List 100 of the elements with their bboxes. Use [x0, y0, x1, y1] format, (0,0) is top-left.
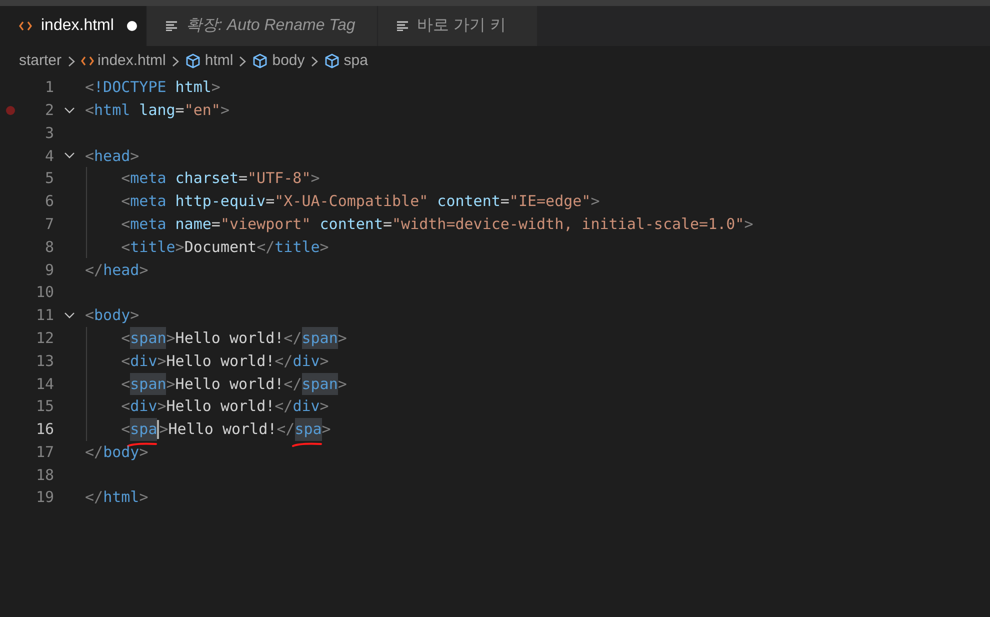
highlighted-tag-name: span: [302, 326, 338, 350]
highlighted-tag-name: span: [130, 372, 166, 395]
chevron-down-icon[interactable]: [64, 152, 75, 160]
tag-name: html: [94, 100, 130, 121]
equals-sign: =: [382, 214, 392, 235]
tag-bracket: >: [322, 419, 331, 440]
line-number: 19: [34, 487, 54, 508]
tag-name: div: [130, 396, 158, 418]
tag-bracket: </: [274, 350, 293, 372]
code-brackets-icon: [80, 56, 94, 66]
breadcrumb-item[interactable]: spa: [344, 50, 368, 72]
tag-bracket: </: [274, 396, 293, 418]
tag-bracket: >: [159, 419, 168, 440]
tag-name: div: [130, 350, 158, 372]
tab-label: 바로 가기 키: [417, 16, 506, 36]
tag-bracket: <: [121, 236, 130, 258]
line-number: 1: [44, 77, 54, 98]
tag-bracket: <: [85, 146, 94, 167]
tag-bracket: >: [130, 146, 140, 167]
tag-name: title: [130, 236, 176, 258]
tag-bracket: <: [85, 305, 94, 326]
tag-bracket: >: [310, 168, 320, 190]
attribute-value: "UTF-8": [248, 168, 311, 190]
equals-sign: =: [500, 191, 510, 212]
text-content: Hello world!: [175, 374, 284, 394]
cube-icon: [252, 53, 268, 69]
line-number: 8: [44, 236, 54, 258]
cube-icon: [184, 53, 201, 69]
line-number: 5: [44, 168, 54, 190]
line-number: 9: [44, 260, 54, 281]
tag-bracket: >: [211, 77, 220, 98]
equals-sign: =: [175, 100, 184, 121]
attribute-name: html: [175, 77, 212, 98]
tag-bracket: >: [175, 236, 184, 258]
line-number: 3: [44, 122, 54, 144]
tag-bracket: >: [166, 374, 176, 394]
tag-bracket: >: [744, 214, 754, 235]
tag-bracket: >: [166, 328, 176, 349]
chevron-down-icon[interactable]: [64, 312, 75, 319]
breadcrumb-item[interactable]: starter: [19, 50, 62, 72]
attribute-value: "en": [184, 100, 220, 121]
line-number: 17: [34, 442, 54, 463]
attribute-value: "viewport": [220, 214, 311, 235]
tag-bracket: >: [157, 396, 166, 418]
chevron-right-icon: [68, 56, 75, 66]
cube-icon: [324, 53, 340, 69]
line-number: 11: [34, 305, 54, 326]
tag-bracket: </: [276, 419, 295, 440]
tag-bracket: <: [121, 396, 130, 418]
tag-bracket: <: [121, 374, 130, 394]
line-number: 6: [44, 191, 54, 212]
breadcrumb-item[interactable]: body: [272, 50, 305, 72]
highlighted-tag-name: span: [302, 372, 338, 395]
line-number: 7: [44, 214, 54, 235]
tag-bracket: <: [121, 350, 130, 372]
tag-bracket: >: [320, 350, 329, 372]
chevron-right-icon: [239, 56, 246, 66]
editor-tab[interactable]: 확장: Auto Rename Tag: [147, 6, 378, 46]
attribute-name: content: [437, 191, 500, 212]
text-content: Hello world!: [175, 328, 284, 349]
line-number: 18: [34, 464, 54, 486]
breadcrumb-item[interactable]: html: [204, 50, 234, 72]
tag-name: title: [274, 236, 320, 258]
tag-bracket: >: [320, 236, 329, 258]
tag-bracket: >: [338, 328, 347, 349]
line-number: 10: [34, 282, 54, 304]
tab-label: index.html: [41, 16, 114, 36]
breadcrumb-item[interactable]: index.html: [98, 50, 166, 72]
tag-bracket: </: [85, 442, 104, 463]
tag-name: meta: [130, 191, 166, 212]
chevron-down-icon[interactable]: [64, 106, 75, 114]
tag-bracket: <: [85, 100, 94, 121]
tag-name: body: [94, 305, 130, 326]
tag-bracket: >: [220, 100, 230, 121]
tag-bracket: </: [85, 260, 104, 281]
tag-bracket: </: [284, 328, 302, 349]
tag-bracket: >: [130, 305, 140, 326]
tag-name: div: [292, 350, 320, 372]
editor-tab[interactable]: index.html: [0, 6, 147, 46]
tag-bracket: <: [121, 168, 130, 190]
tag-bracket: <: [121, 214, 130, 235]
tag-name: meta: [130, 168, 166, 190]
attribute-value: "width=device-width, initial-scale=1.0": [392, 214, 744, 235]
tag-name: body: [103, 442, 140, 463]
tag-bracket: </: [256, 236, 275, 258]
chevron-right-icon: [310, 56, 318, 66]
equals-sign: =: [238, 168, 248, 190]
tag-name: html: [103, 487, 140, 508]
line-number: 15: [34, 396, 54, 418]
tag-name: div: [292, 396, 320, 418]
tag-bracket: >: [139, 487, 148, 508]
tag-bracket: </: [85, 487, 104, 508]
editor-tab[interactable]: 바로 가기 키: [378, 6, 538, 46]
chevron-right-icon: [172, 56, 179, 66]
tag-name: head: [103, 260, 140, 281]
tag-name: !DOCTYPE: [94, 77, 166, 98]
code-brackets-icon: [19, 21, 32, 31]
line-number: 4: [44, 146, 54, 167]
tag-bracket: </: [284, 374, 302, 394]
highlighted-tag-name: span: [130, 326, 166, 350]
